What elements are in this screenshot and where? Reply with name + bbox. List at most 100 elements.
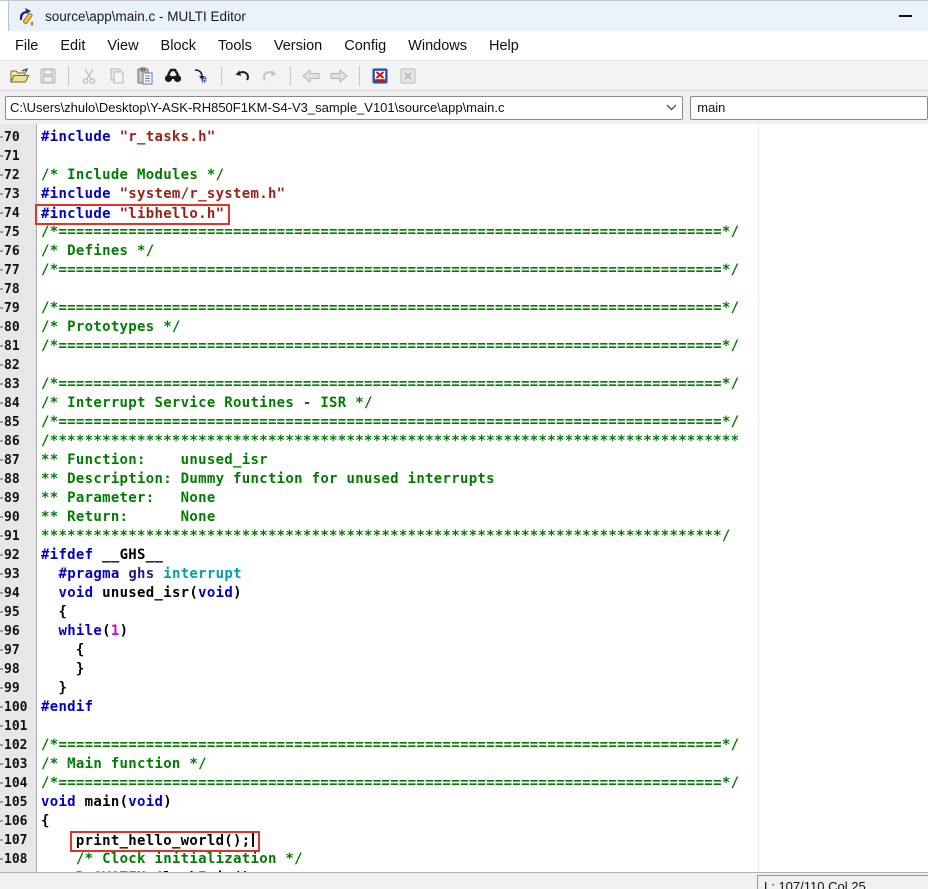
code-token: /* Interrupt Service Routines - ISR */ [41, 395, 373, 411]
code-line[interactable] [41, 280, 928, 299]
code-line[interactable]: /*======================================… [41, 774, 928, 793]
copy-button[interactable] [104, 64, 130, 88]
code-line[interactable]: print_hello_world(); [41, 831, 928, 850]
code-line[interactable]: { [41, 603, 928, 622]
menu-item-tools[interactable]: Tools [207, 34, 263, 58]
find-button[interactable] [160, 64, 186, 88]
goto-line-button[interactable]: # [188, 64, 214, 88]
menu-item-help[interactable]: Help [478, 34, 530, 58]
code-token: /* Include Modules */ [41, 167, 224, 183]
line-number: 96 [0, 622, 36, 641]
multi-pencil-icon [17, 6, 37, 26]
line-number: 84 [0, 394, 36, 413]
code-line[interactable]: ** Function: unused_isr [41, 451, 928, 470]
cut-button[interactable] [76, 64, 102, 88]
code-editor[interactable]: 7071727374757677787980818283848586878889… [0, 124, 928, 872]
paste-button[interactable] [132, 64, 158, 88]
code-line[interactable]: ****************************************… [41, 527, 928, 546]
code-line[interactable]: /* Defines */ [41, 242, 928, 261]
close-all-button[interactable] [395, 64, 421, 88]
undo-button[interactable] [229, 64, 255, 88]
code-token: /*======================================… [41, 414, 739, 430]
code-line[interactable]: ** Parameter: None [41, 489, 928, 508]
menu-item-view[interactable]: View [96, 34, 149, 58]
line-number: 91 [0, 527, 36, 546]
code-token [41, 585, 58, 601]
file-path-input[interactable] [6, 100, 660, 115]
code-token: /* Main function */ [41, 756, 207, 772]
file-path-combobox[interactable] [5, 96, 683, 120]
code-line[interactable] [41, 356, 928, 375]
line-number-gutter: 7071727374757677787980818283848586878889… [0, 124, 37, 872]
code-line[interactable]: #include "r_tasks.h" [41, 128, 928, 147]
code-line[interactable]: #include "libhello.h" [41, 204, 928, 223]
code-token: #include [41, 206, 120, 222]
code-line[interactable]: /*======================================… [41, 736, 928, 755]
menu-item-edit[interactable]: Edit [49, 34, 96, 58]
line-number: 90 [0, 508, 36, 527]
code-line[interactable]: /* Prototypes */ [41, 318, 928, 337]
code-line[interactable]: /*======================================… [41, 299, 928, 318]
code-line[interactable]: /*======================================… [41, 413, 928, 432]
minimize-button[interactable] [890, 1, 920, 31]
status-bar: L: 107/110 Col 25 [0, 872, 928, 889]
menu-item-windows[interactable]: Windows [397, 34, 478, 58]
code-token [41, 851, 76, 867]
line-number: 92 [0, 546, 36, 565]
menu-bar: FileEditViewBlockToolsVersionConfigWindo… [0, 31, 928, 61]
cut-icon [80, 67, 98, 85]
code-line[interactable]: ** Return: None [41, 508, 928, 527]
code-line[interactable]: while(1) [41, 622, 928, 641]
line-number: 102 [0, 736, 36, 755]
line-number: 94 [0, 584, 36, 603]
code-line[interactable]: void unused_isr(void) [41, 584, 928, 603]
code-line[interactable]: /*======================================… [41, 375, 928, 394]
code-line[interactable]: #pragma ghs interrupt [41, 565, 928, 584]
menu-item-version[interactable]: Version [263, 34, 333, 58]
code-line[interactable]: #include "system/r_system.h" [41, 185, 928, 204]
code-line[interactable]: /*======================================… [41, 261, 928, 280]
code-line[interactable]: /*======================================… [41, 337, 928, 356]
redo-button[interactable] [257, 64, 283, 88]
code-line[interactable]: /***************************************… [41, 432, 928, 451]
back-button[interactable] [298, 64, 324, 88]
code-line[interactable]: /*======================================… [41, 223, 928, 242]
code-line[interactable]: /* Clock initialization */ [41, 850, 928, 869]
code-line[interactable]: } [41, 679, 928, 698]
code-token: "libhello.h" [120, 206, 225, 222]
window-left-edge [0, 1, 9, 31]
code-line[interactable]: /* Include Modules */ [41, 166, 928, 185]
code-line[interactable]: #endif [41, 698, 928, 717]
code-line[interactable]: #ifdef __GHS__ [41, 546, 928, 565]
code-token: #endif [41, 699, 93, 715]
line-number: 75 [0, 223, 36, 242]
code-line[interactable]: /* Interrupt Service Routines - ISR */ [41, 394, 928, 413]
save-button[interactable] [35, 64, 61, 88]
code-area[interactable]: #include "r_tasks.h" /* Include Modules *… [41, 124, 928, 872]
code-token: "system/r_system.h" [120, 186, 286, 202]
code-token: /*======================================… [41, 338, 739, 354]
code-line[interactable]: void main(void) [41, 793, 928, 812]
line-number: 87 [0, 451, 36, 470]
close-file-button[interactable] [367, 64, 393, 88]
line-number: 93 [0, 565, 36, 584]
line-number: 104 [0, 774, 36, 793]
chevron-down-icon[interactable] [660, 97, 682, 119]
menu-item-config[interactable]: Config [333, 34, 397, 58]
line-number: 106 [0, 812, 36, 831]
symbol-search-input[interactable] [690, 96, 928, 120]
code-line[interactable] [41, 717, 928, 736]
line-number: 76 [0, 242, 36, 261]
code-line[interactable] [41, 147, 928, 166]
menu-item-block[interactable]: Block [150, 34, 207, 58]
menu-item-file[interactable]: File [4, 34, 49, 58]
code-line[interactable]: { [41, 641, 928, 660]
code-line[interactable]: { [41, 812, 928, 831]
open-folder-button[interactable] [7, 64, 33, 88]
code-line[interactable]: } [41, 660, 928, 679]
line-number: 108 [0, 850, 36, 869]
code-line[interactable]: ** Description: Dummy function for unuse… [41, 470, 928, 489]
code-token: unused_isr( [93, 585, 198, 601]
forward-button[interactable] [326, 64, 352, 88]
code-line[interactable]: /* Main function */ [41, 755, 928, 774]
